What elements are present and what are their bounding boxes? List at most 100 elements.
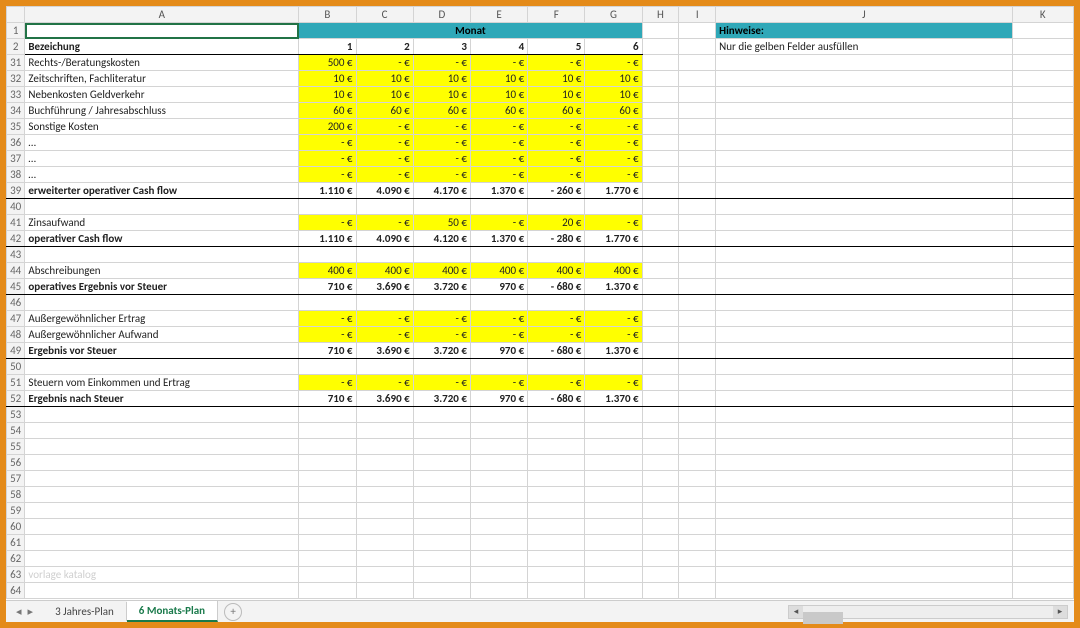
month-5[interactable]: 5 <box>528 39 585 55</box>
cell[interactable] <box>642 327 679 343</box>
cell[interactable] <box>679 423 716 439</box>
data-cell[interactable]: - € <box>356 375 413 391</box>
cell[interactable] <box>679 295 716 311</box>
data-cell[interactable]: 710 € <box>299 343 356 359</box>
data-cell[interactable]: - € <box>585 55 642 71</box>
cell[interactable] <box>470 487 527 503</box>
select-all-corner[interactable] <box>7 7 25 23</box>
cell[interactable] <box>528 455 585 471</box>
data-cell[interactable]: 10 € <box>356 71 413 87</box>
row-label[interactable]: erweiterter operativer Cash flow <box>25 183 299 199</box>
data-cell[interactable]: - € <box>528 55 585 71</box>
row-label[interactable]: … <box>25 151 299 167</box>
data-cell[interactable] <box>470 247 527 263</box>
cell[interactable] <box>470 535 527 551</box>
cell[interactable] <box>1012 119 1073 135</box>
cell[interactable] <box>679 119 716 135</box>
data-cell[interactable] <box>528 199 585 215</box>
data-cell[interactable]: 10 € <box>585 87 642 103</box>
cell[interactable] <box>1012 151 1073 167</box>
cell[interactable] <box>299 455 356 471</box>
data-cell[interactable]: - € <box>356 215 413 231</box>
tab-6-monats-plan[interactable]: 6 Monats-Plan <box>127 601 218 622</box>
row-header[interactable]: 56 <box>7 455 25 471</box>
cell[interactable] <box>679 279 716 295</box>
data-cell[interactable] <box>585 359 642 375</box>
data-cell[interactable]: 3.720 € <box>413 391 470 407</box>
data-cell[interactable]: 3.690 € <box>356 279 413 295</box>
data-cell[interactable]: 10 € <box>413 71 470 87</box>
cell[interactable] <box>413 455 470 471</box>
cell[interactable] <box>642 167 679 183</box>
col-A[interactable]: A <box>25 7 299 23</box>
cell[interactable] <box>25 407 299 423</box>
row-label[interactable]: Zinsaufwand <box>25 215 299 231</box>
cell[interactable] <box>299 583 356 599</box>
cell[interactable] <box>679 439 716 455</box>
month-1[interactable]: 1 <box>299 39 356 55</box>
row-header[interactable]: 45 <box>7 279 25 295</box>
tab-nav-next-icon[interactable]: ▸ <box>28 605 34 618</box>
cell[interactable] <box>356 407 413 423</box>
data-cell[interactable] <box>299 199 356 215</box>
month-6[interactable]: 6 <box>585 39 642 55</box>
spreadsheet-grid[interactable]: A B C D E F G H I J K 1 Monat Hinweise: … <box>6 6 1074 599</box>
cell[interactable] <box>679 263 716 279</box>
cell[interactable] <box>716 391 1012 407</box>
data-cell[interactable] <box>528 359 585 375</box>
cell[interactable] <box>716 263 1012 279</box>
cell[interactable] <box>1012 71 1073 87</box>
cell[interactable] <box>585 439 642 455</box>
cell[interactable] <box>470 407 527 423</box>
cell[interactable] <box>413 503 470 519</box>
data-cell[interactable] <box>413 247 470 263</box>
cell[interactable] <box>1012 407 1073 423</box>
data-cell[interactable] <box>356 199 413 215</box>
cell[interactable] <box>679 327 716 343</box>
row-header[interactable]: 51 <box>7 375 25 391</box>
data-cell[interactable]: 10 € <box>528 87 585 103</box>
cell[interactable] <box>1012 519 1073 535</box>
data-cell[interactable] <box>528 295 585 311</box>
data-cell[interactable] <box>585 199 642 215</box>
cell[interactable] <box>1012 55 1073 71</box>
cell[interactable] <box>642 471 679 487</box>
data-cell[interactable] <box>470 295 527 311</box>
data-cell[interactable]: - € <box>470 135 527 151</box>
data-cell[interactable]: - € <box>299 311 356 327</box>
data-cell[interactable]: - € <box>356 311 413 327</box>
data-cell[interactable]: 60 € <box>356 103 413 119</box>
cell[interactable] <box>585 583 642 599</box>
data-cell[interactable]: - € <box>356 55 413 71</box>
data-cell[interactable]: 1.770 € <box>585 231 642 247</box>
row-header[interactable]: 62 <box>7 551 25 567</box>
cell[interactable] <box>679 215 716 231</box>
column-header-row[interactable]: A B C D E F G H I J K <box>7 7 1074 23</box>
data-cell[interactable] <box>299 295 356 311</box>
month-2[interactable]: 2 <box>356 39 413 55</box>
data-cell[interactable]: - € <box>356 167 413 183</box>
row-header[interactable]: 33 <box>7 87 25 103</box>
cell[interactable] <box>356 567 413 583</box>
cell[interactable] <box>679 375 716 391</box>
data-cell[interactable]: 4.170 € <box>413 183 470 199</box>
cell[interactable] <box>679 135 716 151</box>
cell[interactable] <box>716 567 1012 583</box>
row-label[interactable]: Steuern vom Einkommen und Ertrag <box>25 375 299 391</box>
cell[interactable] <box>1012 423 1073 439</box>
data-cell[interactable]: - € <box>356 135 413 151</box>
data-cell[interactable]: 400 € <box>413 263 470 279</box>
cell[interactable] <box>642 23 679 39</box>
cell[interactable] <box>1012 503 1073 519</box>
cell[interactable] <box>1012 551 1073 567</box>
cell[interactable] <box>25 455 299 471</box>
cell[interactable] <box>1012 455 1073 471</box>
cell[interactable] <box>679 151 716 167</box>
cell[interactable] <box>299 407 356 423</box>
data-cell[interactable]: 1.370 € <box>470 183 527 199</box>
row-header[interactable]: 57 <box>7 471 25 487</box>
data-cell[interactable]: - 680 € <box>528 279 585 295</box>
cell[interactable] <box>25 519 299 535</box>
data-cell[interactable]: - € <box>299 151 356 167</box>
cell[interactable] <box>716 423 1012 439</box>
